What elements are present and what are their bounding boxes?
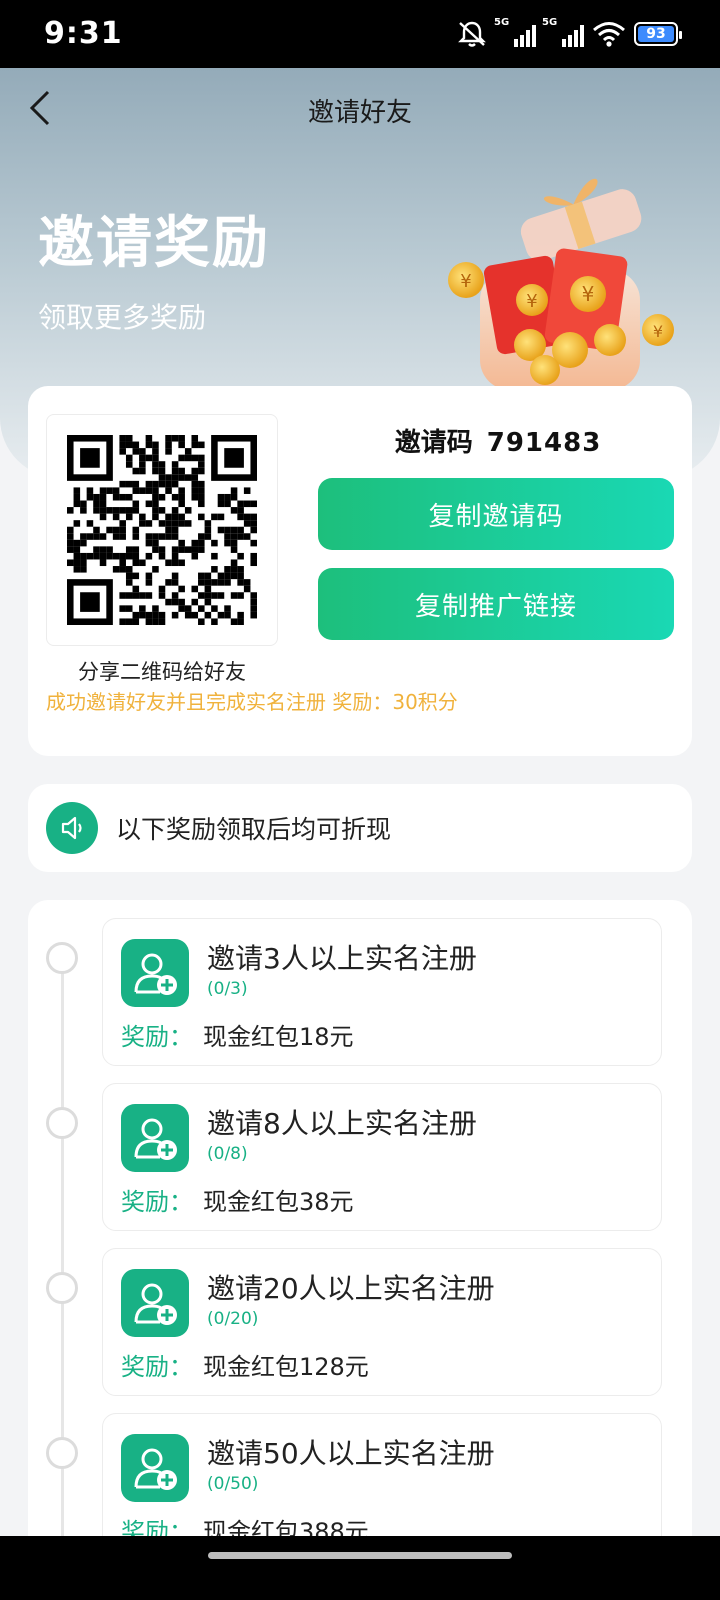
reward-label: 奖励： [121, 1188, 193, 1216]
task-title: 邀请50人以上实名注册 [207, 1437, 495, 1470]
status-icons: 5G 5G 93 [456, 17, 682, 48]
task-reward: 奖励： 现金红包18元 [121, 1017, 354, 1052]
invite-reward-note: 成功邀请好友并且完成实名注册 奖励：30积分 [46, 690, 458, 714]
invite-code: 邀请码 791483 [318, 422, 678, 459]
qr-caption: 分享二维码给好友 [78, 660, 246, 684]
task-reward: 奖励： 现金红包38元 [121, 1182, 354, 1217]
tasks-card: 邀请3人以上实名注册 (0/3) 奖励： 现金红包18元 邀请8人以上实名注册 (… [28, 900, 692, 1600]
status-bar: 9:31 5G 5G 93 [0, 0, 720, 68]
invite-code-value: 791483 [486, 428, 602, 458]
svg-text:¥: ¥ [460, 271, 471, 292]
task-item[interactable]: 邀请8人以上实名注册 (0/8) 奖励： 现金红包38元 [102, 1083, 662, 1231]
add-user-icon [121, 1434, 189, 1502]
svg-text:¥: ¥ [526, 291, 537, 312]
invite-card: 分享二维码给好友 邀请码 791483 复制邀请码 复制推广链接 成功邀请好友并且… [28, 386, 692, 756]
battery-icon: 93 [634, 22, 682, 46]
svg-text:¥: ¥ [653, 322, 663, 341]
wifi-icon [593, 22, 625, 47]
qr-code[interactable] [46, 414, 278, 646]
svg-text:¥: ¥ [582, 282, 595, 306]
copy-invite-code-button[interactable]: 复制邀请码 [318, 478, 674, 550]
qr-code-image [67, 435, 257, 625]
battery-level: 93 [638, 26, 674, 42]
reward-label: 奖励： [121, 1353, 193, 1381]
task-reward: 奖励： 现金红包128元 [121, 1347, 369, 1382]
mute-icon [458, 21, 486, 47]
task-progress: (0/3) [207, 979, 248, 999]
network-type-1: 5G [494, 17, 510, 28]
reward-value: 现金红包38元 [203, 1188, 354, 1216]
system-nav-bar [0, 1536, 720, 1600]
notice-text: 以下奖励领取后均可折现 [116, 815, 392, 844]
task-item[interactable]: 邀请3人以上实名注册 (0/3) 奖励： 现金红包18元 [102, 918, 662, 1066]
hero-title: 邀请奖励 [38, 211, 270, 276]
reward-label: 奖励： [121, 1023, 193, 1051]
signal-icon: 5G [542, 17, 584, 47]
task-title: 邀请3人以上实名注册 [207, 942, 477, 975]
task-progress: (0/20) [207, 1309, 259, 1329]
task-title: 邀请8人以上实名注册 [207, 1107, 477, 1140]
reward-value: 现金红包128元 [203, 1353, 369, 1381]
add-user-icon [121, 1104, 189, 1172]
task-item[interactable]: 邀请20人以上实名注册 (0/20) 奖励： 现金红包128元 [102, 1248, 662, 1396]
add-user-icon [121, 1269, 189, 1337]
network-type-2: 5G [542, 17, 558, 28]
gift-box-illustration: ¥ ¥ ¥ ¥ [448, 178, 674, 390]
task-title: 邀请20人以上实名注册 [207, 1272, 495, 1305]
notice-bar: 以下奖励领取后均可折现 [28, 784, 692, 872]
timeline-dot [46, 1437, 78, 1469]
page-title: 邀请好友 [307, 98, 412, 128]
speaker-icon [46, 802, 98, 854]
invite-code-label: 邀请码 [394, 428, 473, 458]
signal-icon: 5G [494, 17, 536, 47]
status-time: 9:31 [44, 16, 123, 51]
home-indicator[interactable] [208, 1552, 512, 1559]
reward-value: 现金红包18元 [203, 1023, 354, 1051]
copy-promo-link-button[interactable]: 复制推广链接 [318, 568, 674, 640]
timeline-dot [46, 1272, 78, 1304]
add-user-icon [121, 939, 189, 1007]
timeline-dot [46, 942, 78, 974]
task-progress: (0/50) [207, 1474, 259, 1494]
hero-subtitle: 领取更多奖励 [38, 301, 207, 334]
task-progress: (0/8) [207, 1144, 248, 1164]
timeline-dot [46, 1107, 78, 1139]
